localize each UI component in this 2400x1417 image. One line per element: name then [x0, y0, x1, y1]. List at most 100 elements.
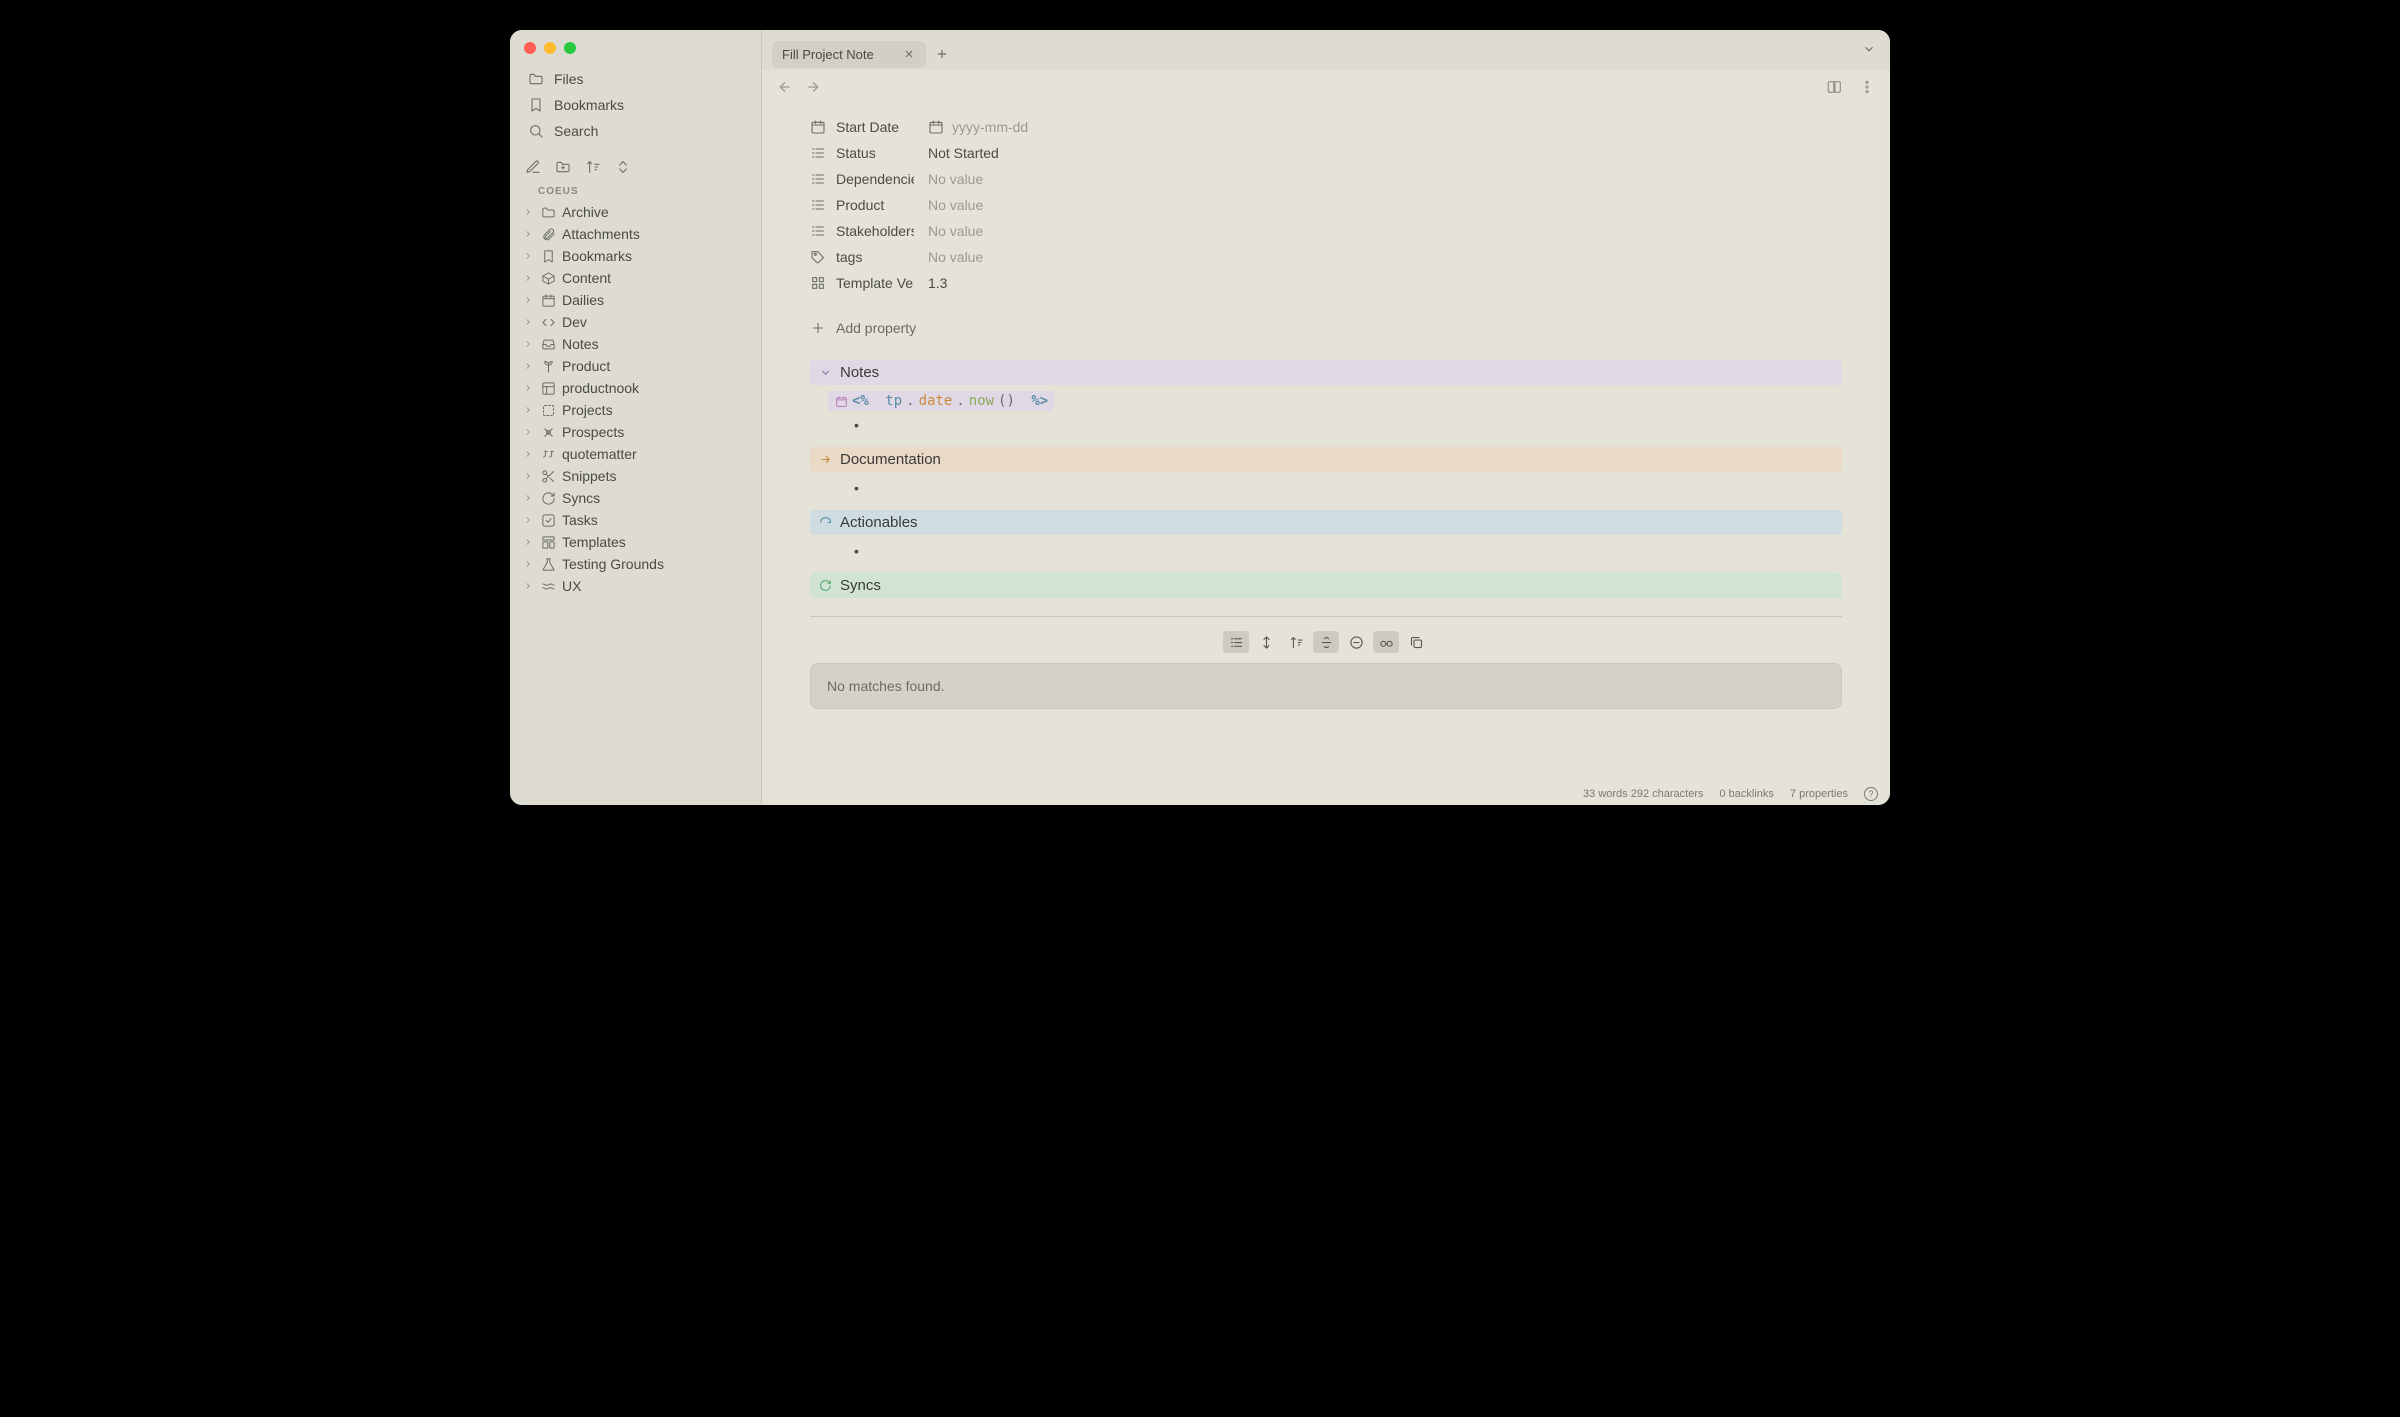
- property-key[interactable]: Start Date: [810, 119, 914, 135]
- property-key[interactable]: Status: [810, 145, 914, 161]
- calendar-icon: [540, 292, 556, 308]
- sidebar-search[interactable]: Search: [518, 118, 753, 144]
- property-key-label: tags: [836, 249, 862, 265]
- tree-item-dev[interactable]: Dev: [516, 311, 755, 333]
- tree-item-label: UX: [562, 578, 581, 594]
- property-key[interactable]: Product: [810, 197, 914, 213]
- tree-item-productnook[interactable]: productnook: [516, 377, 755, 399]
- section-documentation-heading[interactable]: Documentation: [810, 447, 1842, 472]
- tree-item-snippets[interactable]: Snippets: [516, 465, 755, 487]
- quote-icon: [540, 446, 556, 462]
- plus-icon: [810, 320, 826, 336]
- tree-item-label: Archive: [562, 204, 609, 220]
- refresh-icon: [540, 490, 556, 506]
- templater-code[interactable]: <% tp.date.now() %>: [828, 391, 1054, 411]
- tree-item-label: Testing Grounds: [562, 556, 664, 572]
- backlinks-count[interactable]: 0 backlinks: [1719, 788, 1773, 800]
- tree-item-projects[interactable]: Projects: [516, 399, 755, 421]
- property-key[interactable]: Stakeholders: [810, 223, 914, 239]
- reading-mode-button[interactable]: [1826, 78, 1844, 96]
- note-content: Start Date yyyy-mm-dd Status Not Started…: [762, 104, 1890, 805]
- sort-query-button[interactable]: [1283, 631, 1309, 653]
- close-window[interactable]: [524, 42, 536, 54]
- section-notes-heading[interactable]: Notes: [810, 360, 1842, 385]
- add-property-button[interactable]: Add property: [810, 314, 1842, 342]
- vault-name: COEUS: [510, 182, 761, 201]
- waves-icon: [540, 578, 556, 594]
- property-key-label: Dependencies: [836, 171, 914, 187]
- section-syncs-heading[interactable]: Syncs: [810, 573, 1842, 598]
- tree-item-quotematter[interactable]: quotematter: [516, 443, 755, 465]
- chevron-right-icon: [522, 558, 534, 570]
- tab-active[interactable]: Fill Project Note: [772, 41, 926, 68]
- list-view-button[interactable]: [1223, 631, 1249, 653]
- minimize-window[interactable]: [544, 42, 556, 54]
- tree-item-syncs[interactable]: Syncs: [516, 487, 755, 509]
- property-row-template-vers-: Template Vers… 1.3: [810, 270, 1842, 296]
- new-folder-button[interactable]: [554, 158, 572, 176]
- paperclip-icon: [540, 226, 556, 242]
- collapse-button[interactable]: [614, 158, 632, 176]
- property-value[interactable]: 1.3: [928, 275, 947, 291]
- app-window: Files Bookmarks Search COEUS Archive Att…: [510, 30, 1890, 805]
- actionables-bullet[interactable]: •: [810, 541, 1842, 567]
- tree-item-prospects[interactable]: Prospects: [516, 421, 755, 443]
- tab-list-dropdown[interactable]: [1862, 42, 1876, 59]
- calendar-code-icon: [834, 394, 848, 408]
- property-value[interactable]: Not Started: [928, 145, 999, 161]
- tree-item-notes[interactable]: Notes: [516, 333, 755, 355]
- property-value[interactable]: No value: [928, 197, 983, 213]
- nav-back-button[interactable]: [776, 78, 794, 96]
- property-key[interactable]: tags: [810, 249, 914, 265]
- list-icon: [810, 171, 826, 187]
- property-value[interactable]: No value: [928, 223, 983, 239]
- search-icon: [528, 123, 544, 139]
- word-count[interactable]: 33 words 292 characters: [1583, 788, 1703, 800]
- property-key-label: Stakeholders: [836, 223, 914, 239]
- section-actionables-heading[interactable]: Actionables: [810, 510, 1842, 535]
- tree-item-dailies[interactable]: Dailies: [516, 289, 755, 311]
- property-value[interactable]: No value: [928, 171, 983, 187]
- reading-glasses-button[interactable]: [1373, 631, 1399, 653]
- help-button[interactable]: ?: [1864, 787, 1878, 801]
- properties-count[interactable]: 7 properties: [1790, 788, 1848, 800]
- maximize-window[interactable]: [564, 42, 576, 54]
- more-options-button[interactable]: [1858, 78, 1876, 96]
- tree-item-tasks[interactable]: Tasks: [516, 509, 755, 531]
- bookmark-icon: [528, 97, 544, 113]
- property-value[interactable]: yyyy-mm-dd: [952, 119, 1028, 135]
- expand-button[interactable]: [1253, 631, 1279, 653]
- new-tab-button[interactable]: [932, 44, 952, 64]
- tab-close-button[interactable]: [902, 47, 916, 61]
- nav-forward-button[interactable]: [804, 78, 822, 96]
- new-note-button[interactable]: [524, 158, 542, 176]
- property-key[interactable]: Dependencies: [810, 171, 914, 187]
- tree-item-archive[interactable]: Archive: [516, 201, 755, 223]
- documentation-bullet[interactable]: •: [810, 478, 1842, 504]
- tree-item-attachments[interactable]: Attachments: [516, 223, 755, 245]
- sidebar-files[interactable]: Files: [518, 66, 753, 92]
- sidebar-bookmarks[interactable]: Bookmarks: [518, 92, 753, 118]
- tree-item-label: Prospects: [562, 424, 624, 440]
- chevron-down-icon: [818, 366, 832, 380]
- tree-item-ux[interactable]: UX: [516, 575, 755, 597]
- list-icon: [810, 223, 826, 239]
- tree-item-bookmarks[interactable]: Bookmarks: [516, 245, 755, 267]
- strikethrough-button[interactable]: [1313, 631, 1339, 653]
- tree-item-product[interactable]: Product: [516, 355, 755, 377]
- tree-item-templates[interactable]: Templates: [516, 531, 755, 553]
- tab-bar: Fill Project Note: [762, 30, 1890, 70]
- sidebar-bookmarks-label: Bookmarks: [554, 97, 624, 113]
- notes-bullet[interactable]: •: [810, 415, 1842, 441]
- sort-button[interactable]: [584, 158, 602, 176]
- property-value[interactable]: No value: [928, 249, 983, 265]
- tree-item-testing-grounds[interactable]: Testing Grounds: [516, 553, 755, 575]
- section-syncs-label: Syncs: [840, 577, 881, 594]
- property-key[interactable]: Template Vers…: [810, 275, 914, 291]
- chevron-right-icon: [522, 426, 534, 438]
- check-icon: [540, 512, 556, 528]
- copy-button[interactable]: [1403, 631, 1429, 653]
- property-row-stakeholders: Stakeholders No value: [810, 218, 1842, 244]
- tree-item-content[interactable]: Content: [516, 267, 755, 289]
- collapse-results-button[interactable]: [1343, 631, 1369, 653]
